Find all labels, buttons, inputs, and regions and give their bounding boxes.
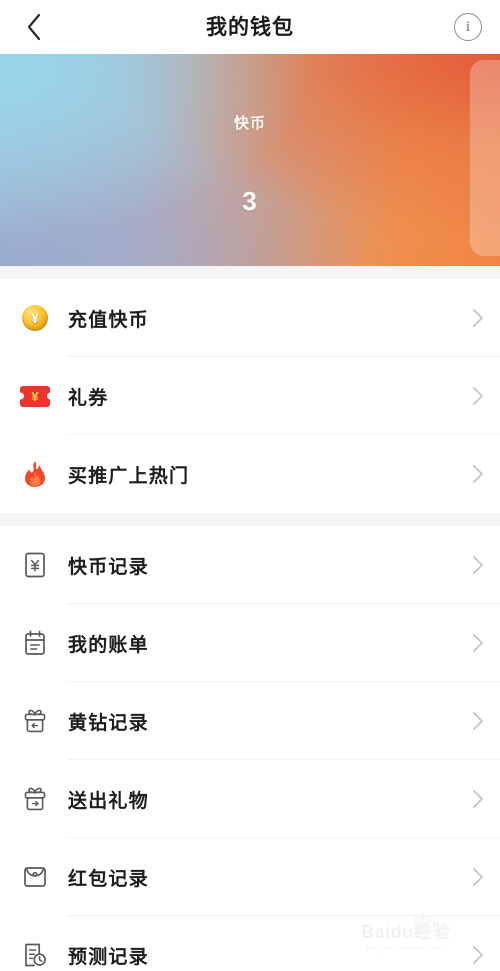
list-item-label: 红包记录 [68,868,149,890]
currency-label: 快币 [233,115,266,132]
chevron-right-icon [462,711,484,731]
list-item-gifts-sent[interactable]: 送出礼物 [0,760,500,838]
section-gap-top [0,266,500,279]
chevron-right-icon [462,789,484,809]
list-item-label: 买推广上热门 [68,465,190,487]
balance-amount: 3 [242,186,258,216]
list-item-prediction-records[interactable]: 预测记录 [0,916,500,971]
chevron-right-icon [462,555,484,575]
balance-banner[interactable]: 快币 3 [0,54,500,266]
info-circle-icon: i [465,18,471,35]
back-button[interactable] [14,7,54,47]
list-item-recharge[interactable]: ¥ 充值快币 [0,279,500,357]
info-button[interactable]: i [454,13,482,41]
list-item-label: 预测记录 [68,946,149,968]
red-envelope-icon [18,860,52,894]
red-ticket-icon: ¥ [18,379,52,413]
calendar-bill-icon [18,626,52,660]
prediction-clock-icon [18,938,52,971]
yen-document-icon [18,548,52,582]
chevron-right-icon [462,464,484,484]
banner-peek-card [470,60,500,256]
list-item-label: 我的账单 [68,634,149,656]
list-item-label: 快币记录 [68,556,149,578]
list-item-my-bills[interactable]: 我的账单 [0,604,500,682]
list-item-label: 送出礼物 [68,790,149,812]
chevron-right-icon [462,867,484,887]
list-item-label: 礼券 [68,387,109,409]
list-item-label: 充值快币 [68,309,149,331]
chevron-right-icon [462,633,484,653]
wallet-screen: 我的钱包 i 快币 3 ¥ 充值快币 ¥ 礼券 买推广上热门 快币记录 我的账单… [0,0,500,971]
records-list: 快币记录 我的账单 黄钻记录 送出礼物 红包记录 预测记录 [0,526,500,971]
list-item-label: 黄钻记录 [68,712,149,734]
list-item-red-envelope-records[interactable]: 红包记录 [0,838,500,916]
chevron-right-icon [462,945,484,965]
flame-icon [18,457,52,491]
chevron-right-icon [462,308,484,328]
gift-received-icon [18,704,52,738]
chevron-left-icon [25,12,43,42]
gold-coin-icon: ¥ [18,301,52,335]
page-title: 我的钱包 [206,15,294,39]
section-gap-middle [0,513,500,526]
app-header: 我的钱包 i [0,0,500,54]
list-item-coin-records[interactable]: 快币记录 [0,526,500,604]
list-item-diamond-records[interactable]: 黄钻记录 [0,682,500,760]
list-item-promotion[interactable]: 买推广上热门 [0,435,500,513]
list-item-voucher[interactable]: ¥ 礼券 [0,357,500,435]
actions-list: ¥ 充值快币 ¥ 礼券 买推广上热门 [0,279,500,513]
gift-sent-icon [18,782,52,816]
chevron-right-icon [462,386,484,406]
